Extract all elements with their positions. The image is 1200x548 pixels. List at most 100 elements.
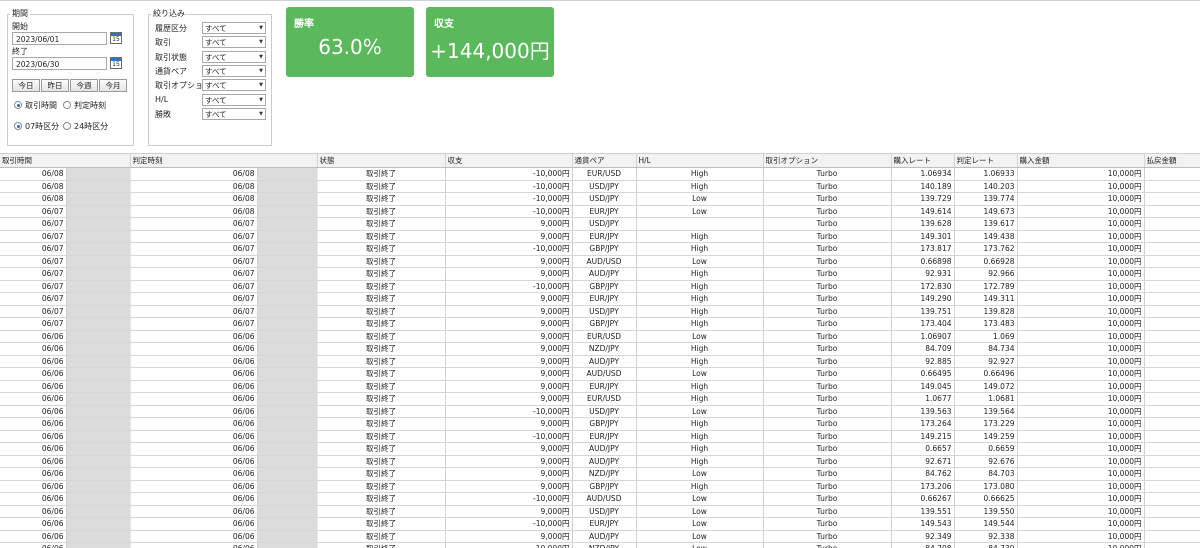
table-row[interactable]: 06/0606/06取引終了9,000円AUD/JPYHighTurbo0.66… (0, 443, 1200, 456)
table-row[interactable]: 06/0606/06取引終了9,000円USD/JPYLowTurbo139.5… (0, 505, 1200, 518)
table-row[interactable]: 06/0606/06取引終了9,000円NZD/JPYLowTurbo84.76… (0, 468, 1200, 481)
table-cell: 取引終了 (317, 468, 445, 481)
table-cell: 06/06 (0, 368, 66, 381)
table-cell: EUR/JPY (572, 518, 636, 531)
table-row[interactable]: 06/0606/06取引終了9,000円AUD/JPYHighTurbo92.8… (0, 355, 1200, 368)
table-cell: 06/06 (0, 505, 66, 518)
table-row[interactable]: 06/0606/06取引終了9,000円AUD/JPYHighTurbo92.6… (0, 455, 1200, 468)
table-row[interactable]: 06/0606/06取引終了9,000円GBP/JPYHighTurbo173.… (0, 480, 1200, 493)
table-row[interactable]: 06/0606/06取引終了-10,000円EUR/JPYLowTurbo149… (0, 518, 1200, 531)
table-row[interactable]: 06/0606/06取引終了-10,000円AUD/USDLowTurbo0.6… (0, 493, 1200, 506)
table-cell: 19,000円 (1144, 218, 1200, 231)
table-cell: Turbo (763, 330, 891, 343)
table-cell: 1.06907 (891, 330, 954, 343)
table-row[interactable]: 06/0606/06取引終了9,000円AUD/JPYLowTurbo92.34… (0, 530, 1200, 543)
redacted-time-cell (66, 393, 130, 406)
table-cell: GBP/JPY (572, 418, 636, 431)
calendar-icon[interactable]: 15 (110, 57, 122, 69)
redacted-time-cell (66, 430, 130, 443)
table-cell: 139.563 (891, 405, 954, 418)
table-cell: 172.789 (954, 280, 1017, 293)
column-header[interactable]: 取引時間 (0, 154, 130, 168)
table-row[interactable]: 06/0706/07取引終了9,000円USD/JPYHighTurbo139.… (0, 305, 1200, 318)
table-cell: 取引終了 (317, 505, 445, 518)
redacted-time-cell (66, 380, 130, 393)
redacted-time-cell (257, 518, 317, 531)
table-cell: 9,000円 (445, 443, 572, 456)
table-cell: 06/06 (0, 480, 66, 493)
table-row[interactable]: 06/0606/06取引終了9,000円NZD/JPYHighTurbo84.7… (0, 343, 1200, 356)
table-row[interactable]: 06/0806/08取引終了-10,000円USD/JPYHighTurbo14… (0, 180, 1200, 193)
redacted-time-cell (66, 243, 130, 256)
table-cell: 0.66496 (954, 368, 1017, 381)
table-cell: EUR/USD (572, 393, 636, 406)
table-cell: AUD/JPY (572, 455, 636, 468)
table-cell: 取引終了 (317, 305, 445, 318)
trade-history-grid[interactable]: 取引時間判定時刻状態収支通貨ペアH/L取引オプション購入レート判定レート購入金額… (0, 153, 1200, 548)
redacted-time-cell (257, 443, 317, 456)
filter-select[interactable]: すべて▼ (202, 65, 266, 77)
column-header[interactable]: 通貨ペア (572, 154, 636, 168)
today-button[interactable]: 今日 (12, 79, 40, 92)
filter-select[interactable]: すべて▼ (202, 108, 266, 120)
column-header[interactable]: 取引オプション (763, 154, 891, 168)
column-header[interactable]: 購入レート (891, 154, 954, 168)
calendar-icon[interactable]: 15 (110, 32, 122, 44)
table-row[interactable]: 06/0606/06取引終了9,000円EUR/USDLowTurbo1.069… (0, 330, 1200, 343)
table-row[interactable]: 06/0706/07取引終了9,000円AUD/USDLowTurbo0.668… (0, 255, 1200, 268)
table-cell: 06/08 (0, 168, 66, 181)
end-date-input[interactable]: 2023/06/30 (12, 57, 107, 70)
redacted-time-cell (257, 505, 317, 518)
table-row[interactable]: 06/0706/07取引終了9,000円USD/JPYTurbo139.6281… (0, 218, 1200, 231)
column-header[interactable]: 払戻金額 (1144, 154, 1200, 168)
filter-select[interactable]: すべて▼ (202, 51, 266, 63)
table-row[interactable]: 06/0606/06取引終了-10,000円NZD/JPYLowTurbo84.… (0, 543, 1200, 548)
yesterday-button[interactable]: 昨日 (41, 79, 69, 92)
column-header[interactable]: 判定時刻 (130, 154, 317, 168)
redacted-time-cell (66, 168, 130, 181)
column-header[interactable]: 購入金額 (1017, 154, 1144, 168)
table-row[interactable]: 06/0606/06取引終了9,000円EUR/JPYHighTurbo149.… (0, 380, 1200, 393)
column-header[interactable]: 判定レート (954, 154, 1017, 168)
trade-time-radio[interactable] (14, 101, 22, 109)
table-row[interactable]: 06/0706/07取引終了9,000円EUR/JPYHighTurbo149.… (0, 293, 1200, 306)
table-cell: EUR/JPY (572, 380, 636, 393)
table-cell: 139.550 (954, 505, 1017, 518)
table-row[interactable]: 06/0606/06取引終了9,000円EUR/USDHighTurbo1.06… (0, 393, 1200, 406)
start-date-input[interactable]: 2023/06/01 (12, 32, 107, 45)
table-cell: 0円 (1144, 405, 1200, 418)
table-cell: 10,000円 (1017, 380, 1144, 393)
filter-select[interactable]: すべて▼ (202, 22, 266, 34)
redacted-time-cell (66, 505, 130, 518)
table-row[interactable]: 06/0606/06取引終了-10,000円EUR/JPYHighTurbo14… (0, 430, 1200, 443)
table-row[interactable]: 06/0706/07取引終了9,000円EUR/JPYHighTurbo149.… (0, 230, 1200, 243)
split-24-radio[interactable] (63, 122, 71, 130)
table-row[interactable]: 06/0606/06取引終了9,000円GBP/JPYHighTurbo173.… (0, 418, 1200, 431)
table-row[interactable]: 06/0806/08取引終了-10,000円USD/JPYLowTurbo139… (0, 193, 1200, 206)
filter-select[interactable]: すべて▼ (202, 79, 266, 91)
table-cell: Turbo (763, 355, 891, 368)
this-week-button[interactable]: 今週 (70, 79, 98, 92)
this-month-button[interactable]: 今月 (99, 79, 127, 92)
split-07-radio[interactable] (14, 122, 22, 130)
table-row[interactable]: 06/0806/08取引終了-10,000円EUR/USDHighTurbo1.… (0, 168, 1200, 181)
column-header[interactable]: H/L (636, 154, 763, 168)
table-row[interactable]: 06/0706/07取引終了-10,000円GBP/JPYHighTurbo17… (0, 280, 1200, 293)
judge-time-radio[interactable] (63, 101, 71, 109)
column-header[interactable]: 収支 (445, 154, 572, 168)
column-header[interactable]: 状態 (317, 154, 445, 168)
table-row[interactable]: 06/0706/07取引終了-10,000円GBP/JPYHighTurbo17… (0, 243, 1200, 256)
table-row[interactable]: 06/0706/08取引終了-10,000円EUR/JPYLowTurbo149… (0, 205, 1200, 218)
table-cell: -10,000円 (445, 543, 572, 548)
table-cell: 06/06 (130, 355, 257, 368)
filter-select[interactable]: すべて▼ (202, 36, 266, 48)
table-row[interactable]: 06/0606/06取引終了-10,000円USD/JPYLowTurbo139… (0, 405, 1200, 418)
table-row[interactable]: 06/0706/07取引終了9,000円GBP/JPYHighTurbo173.… (0, 318, 1200, 331)
table-cell: 0円 (1144, 193, 1200, 206)
chevron-down-icon: ▼ (259, 95, 263, 106)
filter-select[interactable]: すべて▼ (202, 94, 266, 106)
table-cell: 06/07 (0, 280, 66, 293)
table-cell: 06/06 (0, 468, 66, 481)
table-row[interactable]: 06/0606/06取引終了9,000円AUD/USDLowTurbo0.664… (0, 368, 1200, 381)
table-row[interactable]: 06/0706/07取引終了9,000円AUD/JPYHighTurbo92.9… (0, 268, 1200, 281)
